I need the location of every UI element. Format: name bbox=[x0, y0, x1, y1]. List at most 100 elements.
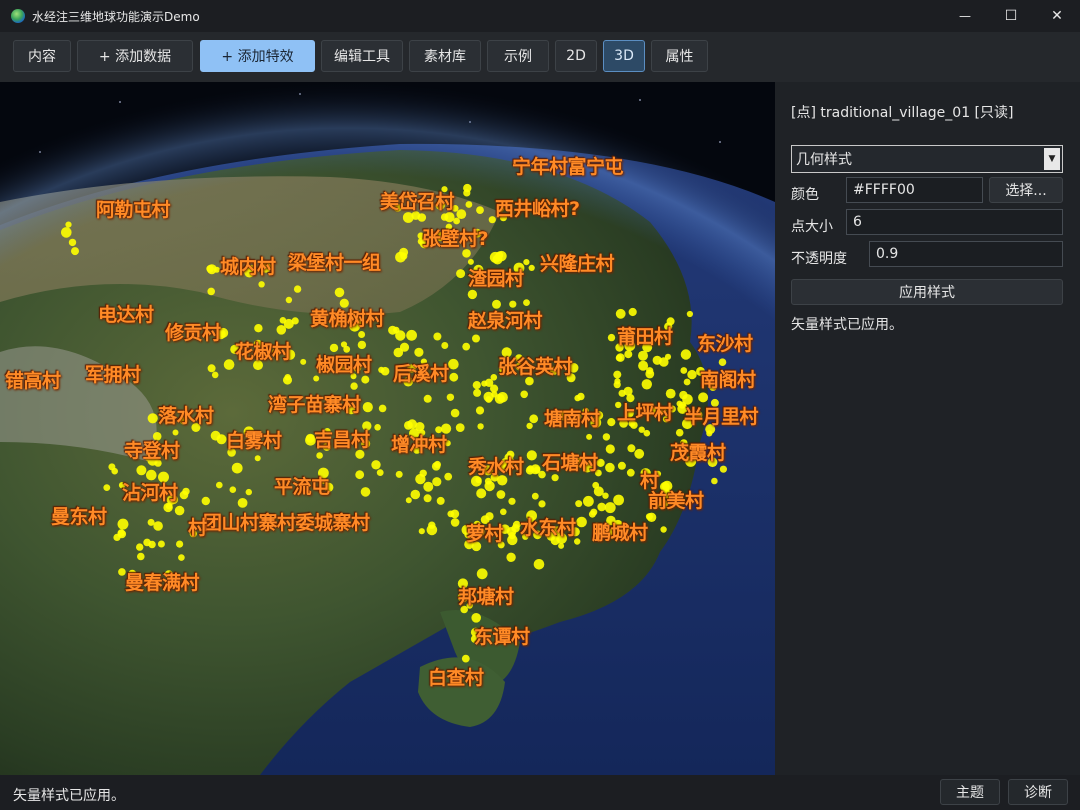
village-point bbox=[179, 490, 189, 500]
village-point bbox=[406, 329, 417, 341]
add-effect-button[interactable]: + 添加特效 bbox=[200, 40, 315, 72]
village-points-layer bbox=[61, 183, 728, 663]
village-point bbox=[592, 481, 600, 489]
village-point bbox=[638, 360, 649, 371]
village-point bbox=[400, 252, 408, 260]
close-button[interactable]: ✕ bbox=[1034, 0, 1080, 32]
village-point bbox=[526, 450, 537, 461]
properties-panel: [点] traditional_village_01 [只读] 几何样式 ▼ 颜… bbox=[775, 82, 1080, 775]
opacity-input[interactable]: 0.9 bbox=[869, 241, 1063, 267]
style-select[interactable]: 几何样式 ▼ bbox=[791, 145, 1063, 173]
village-point bbox=[508, 497, 516, 505]
village-point bbox=[316, 452, 323, 459]
village-point bbox=[507, 534, 518, 546]
village-point bbox=[300, 358, 307, 365]
map-label: 平流屯 bbox=[274, 476, 330, 498]
village-point bbox=[362, 402, 373, 413]
village-point bbox=[431, 462, 441, 471]
map-label: 寺登村 bbox=[124, 440, 180, 462]
village-point bbox=[652, 355, 662, 365]
map-label: 错高村 bbox=[5, 370, 61, 392]
village-point bbox=[597, 502, 606, 512]
village-point bbox=[206, 265, 214, 273]
map-label: 茂霞村 bbox=[670, 442, 726, 464]
map-label: 增冲村 bbox=[391, 434, 447, 456]
village-point bbox=[147, 413, 158, 424]
map-label: 东沙村 bbox=[697, 333, 753, 355]
point-size-label: 点大小 bbox=[791, 219, 833, 235]
color-label: 颜色 bbox=[791, 187, 819, 203]
point-size-input[interactable]: 6 bbox=[846, 209, 1063, 235]
village-point bbox=[405, 497, 412, 504]
layer-title: [点] traditional_village_01 [只读] bbox=[791, 105, 1014, 121]
village-point bbox=[340, 341, 348, 348]
diagnose-button[interactable]: 诊断 bbox=[1008, 779, 1068, 805]
theme-button[interactable]: 主题 bbox=[940, 779, 1000, 805]
village-point bbox=[462, 342, 471, 351]
village-point bbox=[207, 364, 216, 373]
village-point bbox=[117, 529, 127, 539]
village-point bbox=[210, 430, 221, 441]
add-data-button[interactable]: + 添加数据 bbox=[77, 40, 193, 72]
apply-style-button[interactable]: 应用样式 bbox=[791, 279, 1063, 305]
village-point bbox=[284, 374, 291, 381]
village-point bbox=[357, 340, 367, 350]
maximize-icon: ☐ bbox=[1004, 8, 1018, 24]
village-point bbox=[624, 350, 633, 359]
village-point bbox=[575, 500, 583, 508]
village-point bbox=[511, 524, 520, 533]
choose-color-button[interactable]: 选择... bbox=[989, 177, 1063, 203]
village-point bbox=[711, 477, 718, 485]
map-label: 湾子苗寨村 bbox=[268, 394, 361, 416]
village-point bbox=[449, 372, 459, 382]
village-point bbox=[680, 349, 692, 360]
village-point bbox=[229, 486, 237, 494]
village-point bbox=[404, 421, 413, 430]
globe-map-view[interactable]: 宁年村富宁屯 阿勒屯村 美岱召村 西井峪村? 张壁村? 城内村 梁堡村一组 渣园… bbox=[0, 82, 775, 775]
properties-button[interactable]: 属性 bbox=[651, 40, 708, 72]
village-point bbox=[523, 259, 530, 266]
village-point bbox=[664, 353, 672, 360]
village-point bbox=[576, 516, 587, 528]
map-label: 落水村 bbox=[158, 405, 214, 427]
village-point bbox=[679, 390, 688, 400]
village-point bbox=[528, 264, 535, 271]
village-point bbox=[216, 481, 223, 489]
map-label: 萝村 bbox=[466, 523, 504, 545]
toolbar: 内容 + 添加数据 + 添加特效 编辑工具 素材库 示例 2D 3D 属性 bbox=[0, 32, 1080, 82]
color-input[interactable]: #FFFF00 bbox=[846, 177, 983, 203]
village-point bbox=[577, 392, 585, 401]
window-controls: — ☐ ✕ bbox=[942, 0, 1080, 32]
assets-button[interactable]: 素材库 bbox=[409, 40, 481, 72]
village-point bbox=[254, 324, 263, 333]
maximize-button[interactable]: ☐ bbox=[988, 0, 1034, 32]
village-point bbox=[283, 318, 294, 329]
village-point bbox=[423, 481, 434, 492]
village-point bbox=[371, 460, 381, 470]
mode-2d-button[interactable]: 2D bbox=[555, 40, 597, 72]
mode-3d-button[interactable]: 3D bbox=[603, 40, 645, 72]
village-point bbox=[675, 428, 684, 437]
village-point bbox=[506, 552, 516, 562]
village-point bbox=[446, 393, 455, 401]
examples-button[interactable]: 示例 bbox=[487, 40, 549, 72]
village-point bbox=[378, 404, 387, 413]
village-point bbox=[117, 518, 129, 530]
map-label: 黄桷树村 bbox=[310, 308, 385, 330]
village-point bbox=[638, 350, 648, 361]
map-label: 莆田村 bbox=[617, 326, 673, 348]
minimize-button[interactable]: — bbox=[942, 0, 988, 32]
village-point bbox=[441, 342, 449, 349]
content-button[interactable]: 内容 bbox=[13, 40, 71, 72]
edit-tools-button[interactable]: 编辑工具 bbox=[321, 40, 403, 72]
map-label: 后溪村 bbox=[393, 363, 449, 385]
village-point bbox=[207, 287, 215, 296]
map-label: 半月里村 bbox=[684, 406, 759, 428]
village-point bbox=[374, 424, 381, 431]
window-title: 水经注三维地球功能演示Demo bbox=[32, 9, 200, 24]
village-point bbox=[605, 444, 615, 454]
village-point bbox=[463, 189, 471, 197]
village-point bbox=[623, 386, 633, 396]
village-point bbox=[61, 227, 72, 238]
village-point bbox=[590, 508, 598, 516]
